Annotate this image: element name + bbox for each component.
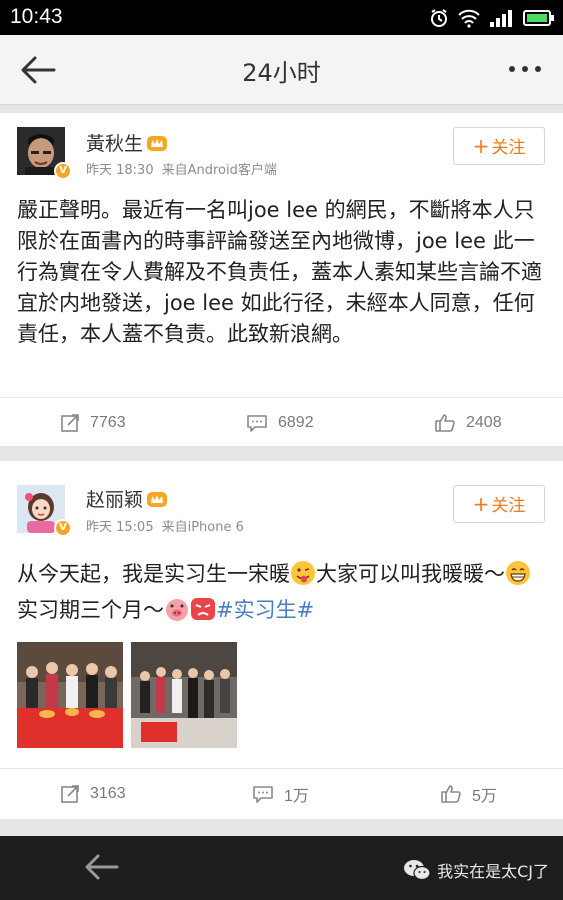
- comment-count: 1万: [284, 788, 309, 805]
- status-bar: 10:43: [0, 0, 563, 35]
- post-meta: 昨天 15:05 来自iPhone 6: [86, 516, 252, 535]
- post-actions: 7763 6892 2408: [0, 399, 563, 447]
- status-time: 10:43: [10, 5, 63, 28]
- like-count: 5万: [472, 788, 497, 805]
- watermark-text: 我实在是太CJ了: [437, 862, 549, 881]
- follow-button[interactable]: + 关注: [453, 485, 545, 523]
- repost-icon: [61, 785, 79, 803]
- post-time: 昨天 15:05: [86, 520, 154, 535]
- crown-icon: [147, 492, 168, 507]
- post-text-segment: 实习期三个月～: [17, 598, 164, 622]
- repost-button[interactable]: 3163: [60, 770, 126, 818]
- comment-button[interactable]: 1万: [252, 770, 309, 818]
- divider: [0, 768, 563, 769]
- hashtag-link[interactable]: #实习生#: [216, 598, 314, 622]
- follow-label: 关注: [491, 138, 526, 158]
- post-actions: 3163 1万 5万: [0, 770, 563, 818]
- crown-icon: [147, 136, 168, 151]
- status-icons: [429, 6, 555, 30]
- post-time: 昨天 18:30: [86, 163, 154, 178]
- post-photo[interactable]: [17, 642, 123, 748]
- follow-button[interactable]: + 关注: [453, 127, 545, 165]
- author-name[interactable]: 赵丽颖: [86, 489, 143, 511]
- plus-icon: +: [472, 134, 490, 158]
- alarm-icon: [431, 9, 447, 27]
- repost-icon: [61, 414, 79, 432]
- watermark: 我实在是太CJ了: [403, 858, 549, 882]
- wifi-icon: [458, 9, 480, 28]
- post-photo[interactable]: [131, 642, 237, 748]
- post-text-segment: 大家可以叫我暖暖～: [316, 562, 505, 586]
- like-button[interactable]: 2408: [434, 399, 502, 447]
- post-author[interactable]: 赵丽颖: [86, 485, 168, 512]
- post-card[interactable]: V 赵丽颖 昨天 15:05 来自iPhone 6 + 关注 从今天起，我是实习生一…: [0, 461, 563, 819]
- post-source: 来自iPhone 6: [161, 520, 244, 535]
- post-source: 来自Android客户端: [161, 163, 277, 178]
- like-button[interactable]: 5万: [440, 770, 497, 818]
- like-count: 2408: [466, 414, 502, 431]
- repost-button[interactable]: 7763: [60, 399, 126, 447]
- verified-badge: V: [54, 162, 72, 180]
- like-icon: [441, 785, 461, 803]
- repost-count: 7763: [90, 414, 126, 431]
- battery-icon: [523, 10, 554, 26]
- plus-icon: +: [472, 492, 490, 516]
- divider: [0, 397, 563, 398]
- page-title: 24小时: [242, 59, 321, 87]
- like-icon: [435, 414, 455, 432]
- comment-icon: [247, 415, 267, 432]
- verified-badge: V: [54, 519, 72, 537]
- author-name[interactable]: 黃秋生: [86, 133, 143, 155]
- post-text-segment: 从今天起，我是实习生一宋暖: [17, 562, 290, 586]
- wechat-icon: [404, 860, 431, 881]
- post-card[interactable]: V 黃秋生 昨天 18:30 来自Android客户端 + 关注 嚴正聲明。最近有一…: [0, 113, 563, 446]
- more-icon[interactable]: [507, 61, 543, 77]
- post-text: 嚴正聲明。最近有一名叫joe lee 的網民，不斷將本人只限於在面書內的時事評論…: [17, 198, 542, 346]
- repost-count: 3163: [90, 785, 126, 802]
- follow-label: 关注: [491, 496, 526, 516]
- back-arrow-icon[interactable]: [83, 852, 121, 882]
- post-author[interactable]: 黃秋生: [86, 129, 168, 156]
- nav-bar: 24小时: [0, 35, 563, 105]
- bottom-bar: 我实在是太CJ了: [0, 836, 563, 900]
- grin-emoji-icon: [506, 561, 530, 585]
- comment-button[interactable]: 6892: [246, 399, 314, 447]
- comment-icon: [253, 786, 273, 803]
- angry-emoji-icon: [191, 598, 215, 620]
- post-text: 从今天起，我是实习生一宋暖 大家可以叫我暖暖～ 实习期三个月～ #实习生#: [17, 556, 547, 628]
- post-meta: 昨天 18:30 来自Android客户端: [86, 159, 285, 178]
- pig-emoji-icon: [166, 599, 188, 621]
- signal-icon: [490, 10, 512, 27]
- comment-count: 6892: [278, 414, 314, 431]
- tongue-emoji-icon: [291, 561, 315, 585]
